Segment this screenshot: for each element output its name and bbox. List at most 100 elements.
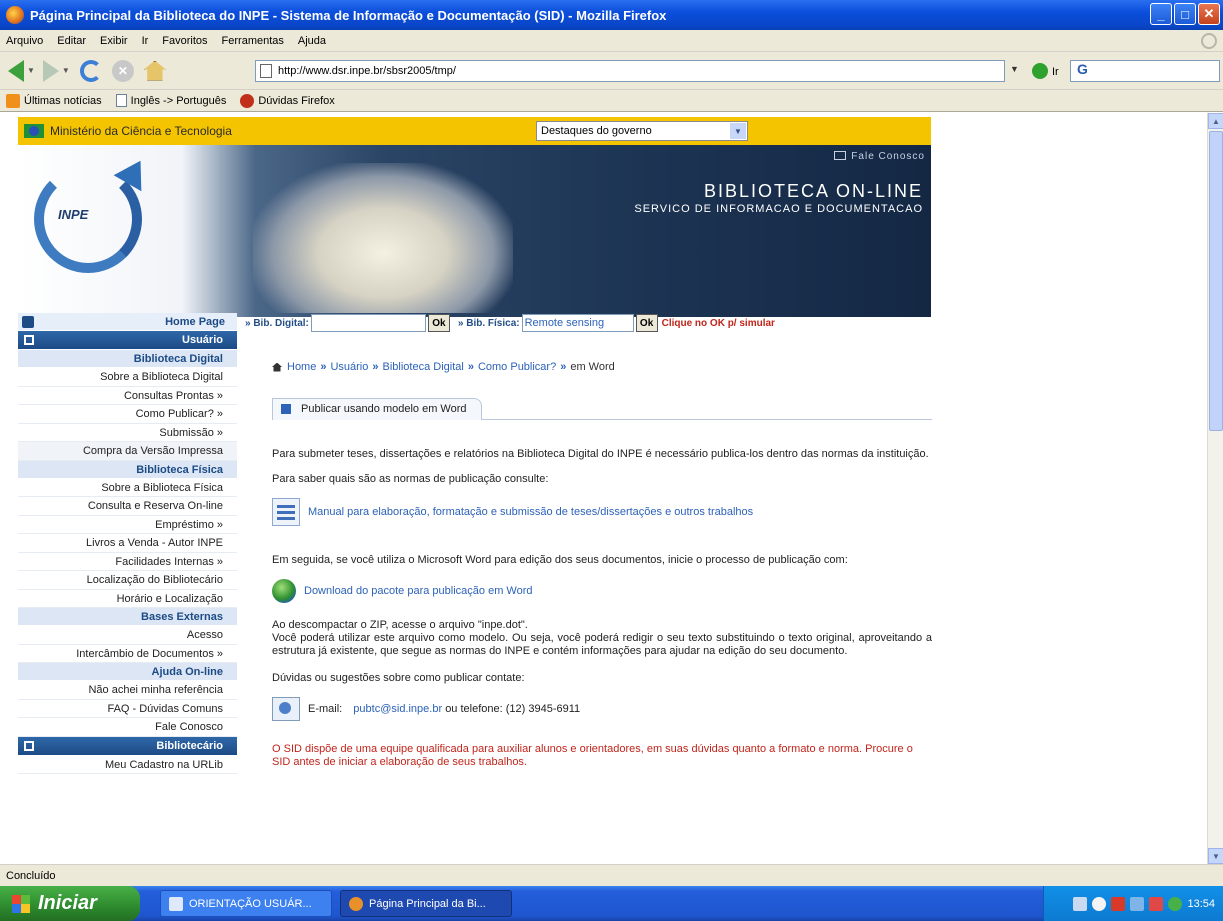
section-header: Publicar usando modelo em Word: [272, 397, 932, 420]
sidebar-item-acesso[interactable]: Acesso: [18, 626, 237, 645]
minimize-button[interactable]: _: [1150, 3, 1172, 25]
volume-icon[interactable]: [1092, 896, 1107, 911]
sidebar-item-emprestimo[interactable]: Empréstimo »: [18, 515, 237, 534]
sidebar-item-como-publicar[interactable]: Como Publicar? »: [18, 405, 237, 424]
reload-icon[interactable]: [79, 59, 102, 82]
bookmark-ingles-portugues[interactable]: Inglês -> Português: [115, 94, 226, 107]
sidebar-item-localizacao-bibliotecario[interactable]: Localização do Bibliotecário: [18, 571, 237, 590]
scroll-down-icon[interactable]: ▼: [1208, 848, 1223, 864]
manual-link[interactable]: Manual para elaboração, formatação e sub…: [308, 506, 753, 518]
maximize-button[interactable]: □: [1174, 3, 1196, 25]
sidebar-item-faq[interactable]: FAQ - Dúvidas Comuns: [18, 699, 237, 718]
update-icon[interactable]: [1168, 896, 1183, 911]
email-link[interactable]: pubtc@sid.inpe.br: [353, 703, 442, 715]
taskbar-item-label: ORIENTAÇÃO USUÁR...: [189, 897, 312, 910]
sidebar-section-ajuda: Ajuda On-line: [18, 663, 237, 681]
sidebar-header-usuario[interactable]: Usuário: [18, 331, 237, 350]
bookmark-label: Últimas notícias: [24, 94, 102, 107]
sidebar-item-consulta-reserva[interactable]: Consulta e Reserva On-line: [18, 497, 237, 516]
go-label[interactable]: Ir: [1052, 66, 1059, 78]
sidebar-item-sobre-bib-fisica[interactable]: Sobre a Biblioteca Física: [18, 478, 237, 497]
menu-favoritos[interactable]: Favoritos: [162, 35, 207, 47]
govsel-value: Destaques do governo: [541, 125, 652, 137]
windows-logo-icon: [12, 894, 30, 913]
menu-ajuda[interactable]: Ajuda: [298, 35, 326, 47]
sidebar: Home Page Usuário Biblioteca Digital Sob…: [18, 313, 237, 774]
taskbar-item-firefox[interactable]: Página Principal da Bi...: [340, 890, 512, 917]
back-button[interactable]: ▼: [8, 59, 35, 82]
sidebar-home-page[interactable]: Home Page: [18, 313, 237, 331]
template-paragraph: Você poderá utilizar este arquivo como m…: [272, 632, 932, 657]
start-label: Iniciar: [38, 892, 97, 914]
breadcrumb-home[interactable]: Home: [287, 361, 316, 373]
government-bar: Ministério da Ciência e Tecnologia Desta…: [18, 117, 931, 145]
back-dropdown-icon[interactable]: ▼: [27, 66, 35, 75]
forward-button[interactable]: ▼: [42, 59, 70, 82]
address-bar[interactable]: http://www.dsr.inpe.br/sbsr2005/tmp/: [255, 60, 1005, 82]
forward-dropdown-icon[interactable]: ▼: [62, 66, 70, 75]
stop-icon[interactable]: ✕: [111, 59, 134, 82]
sidebar-header-bibliotecario[interactable]: Bibliotecário: [18, 736, 237, 756]
network-icon[interactable]: [1073, 896, 1088, 911]
bookmark-label: Dúvidas Firefox: [258, 94, 335, 107]
bookmark-duvidas-firefox[interactable]: Dúvidas Firefox: [240, 93, 335, 108]
sidebar-item-submissao[interactable]: Submissão »: [18, 423, 237, 442]
sidebar-item-nao-achei[interactable]: Não achei minha referência: [18, 681, 237, 700]
manual-link-row: Manual para elaboração, formatação e sub…: [272, 498, 932, 526]
menu-arquivo[interactable]: Arquivo: [6, 35, 43, 47]
menu-editar[interactable]: Editar: [57, 35, 86, 47]
sidebar-item-horario[interactable]: Horário e Localização: [18, 589, 237, 608]
page-icon: [260, 64, 272, 78]
menu-exibir[interactable]: Exibir: [100, 35, 128, 47]
vertical-scrollbar[interactable]: ▲ ▼: [1207, 113, 1223, 864]
intro-paragraph: Para submeter teses, dissertações e rela…: [272, 448, 929, 460]
sidebar-item-intercambio[interactable]: Intercâmbio de Documentos »: [18, 644, 237, 663]
breadcrumb-bib-digital[interactable]: Biblioteca Digital: [383, 361, 464, 373]
breadcrumb-current: em Word: [570, 361, 615, 373]
fale-conosco-link[interactable]: Fale Conosco: [834, 151, 925, 162]
scroll-up-icon[interactable]: ▲: [1208, 113, 1223, 129]
ministry-link[interactable]: Ministério da Ciência e Tecnologia: [50, 124, 232, 138]
start-button[interactable]: Iniciar: [0, 886, 140, 921]
breadcrumb-usuario[interactable]: Usuário: [330, 361, 368, 373]
menu-ferramentas[interactable]: Ferramentas: [222, 35, 284, 47]
breadcrumb: Home » Usuário » Biblioteca Digital » Co…: [272, 358, 932, 376]
bib-digital-ok-button[interactable]: Ok: [427, 314, 450, 332]
sidebar-item-livros-venda[interactable]: Livros a Venda - Autor INPE: [18, 534, 237, 553]
search-box[interactable]: G: [1070, 60, 1220, 82]
go-icon[interactable]: [1032, 63, 1048, 79]
chevron-down-icon[interactable]: ▼: [730, 123, 746, 139]
fale-conosco-label: Fale Conosco: [851, 151, 925, 162]
scrollbar-thumb[interactable]: [1209, 131, 1223, 431]
antivirus-icon[interactable]: [1111, 896, 1126, 911]
sidebar-item-facilidades[interactable]: Facilidades Internas »: [18, 552, 237, 571]
download-link-row: Download do pacote para publicação em Wo…: [272, 579, 932, 603]
government-highlights-select[interactable]: Destaques do governo ▼: [536, 121, 748, 141]
globe-icon: [272, 579, 296, 603]
status-bar: Concluído: [0, 864, 1223, 886]
zip-paragraph: Ao descompactar o ZIP, acesse o arquivo …: [272, 619, 528, 631]
status-text: Concluído: [6, 869, 56, 882]
sidebar-item-meu-cadastro[interactable]: Meu Cadastro na URLib: [18, 755, 237, 774]
inpe-logo[interactable]: INPE: [58, 207, 88, 222]
monitor-icon[interactable]: [1130, 896, 1145, 911]
breadcrumb-como-publicar[interactable]: Como Publicar?: [478, 361, 556, 373]
norms-paragraph: Para saber quais são as normas de public…: [272, 473, 549, 485]
bookmarks-toolbar: Últimas notícias Inglês -> Português Dúv…: [0, 90, 1223, 112]
address-dropdown-icon[interactable]: ▼: [1010, 64, 1024, 78]
close-button[interactable]: ✕: [1198, 3, 1220, 25]
sidebar-item-sobre-bib-digital[interactable]: Sobre a Biblioteca Digital: [18, 368, 237, 387]
bib-digital-input[interactable]: [310, 314, 426, 332]
sidebar-item-compra[interactable]: Compra da Versão Impressa: [18, 442, 237, 461]
contact-row: E-mail: pubtc@sid.inpe.br ou telefone: (…: [272, 697, 932, 721]
security-icon[interactable]: [1149, 896, 1164, 911]
menu-ir[interactable]: Ir: [142, 35, 149, 47]
sidebar-item-fale-conosco[interactable]: Fale Conosco: [18, 718, 237, 737]
bib-fisica-ok-button[interactable]: Ok: [635, 314, 658, 332]
download-link[interactable]: Download do pacote para publicação em Wo…: [304, 585, 533, 597]
bookmark-ultimas-noticias[interactable]: Últimas notícias: [6, 93, 102, 108]
bib-fisica-input[interactable]: Remote sensing: [521, 314, 634, 332]
sidebar-item-consultas-prontas[interactable]: Consultas Prontas »: [18, 386, 237, 405]
home-icon[interactable]: [143, 60, 166, 81]
taskbar-item-orientacao[interactable]: ORIENTAÇÃO USUÁR...: [160, 890, 332, 917]
